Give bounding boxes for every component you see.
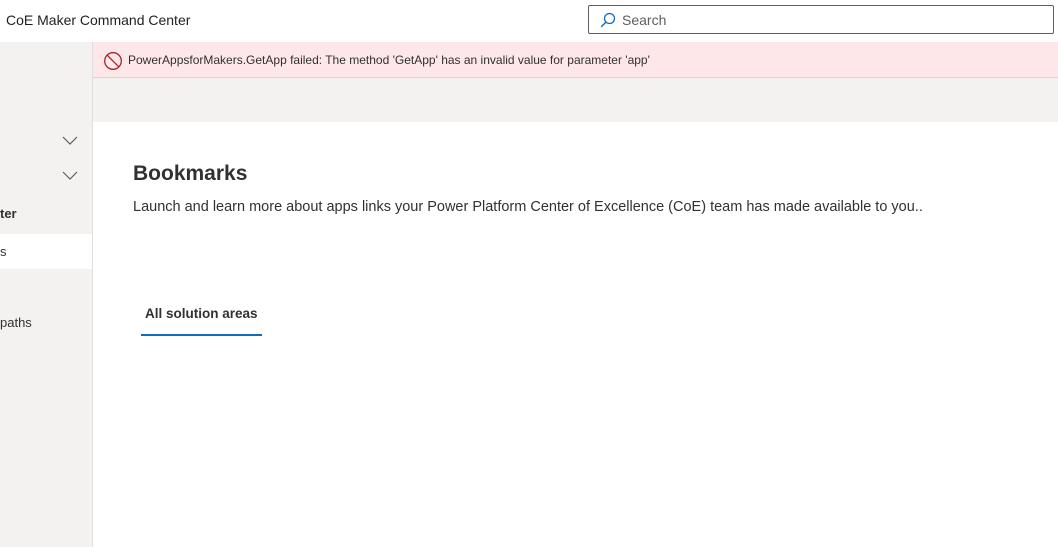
command-bar-area — [93, 78, 1058, 122]
chevron-down-icon[interactable] — [61, 169, 79, 181]
sidebar-item-selected[interactable]: s — [0, 234, 92, 269]
error-banner: PowerAppsforMakers.GetApp failed: The me… — [93, 42, 1058, 78]
search-input[interactable] — [622, 9, 1042, 30]
sidebar-item-command-center[interactable]: ter — [0, 206, 17, 221]
sidebar-item-bookmarks[interactable]: s — [0, 244, 7, 259]
chevron-down-icon[interactable] — [61, 134, 79, 146]
sidebar-item-learning-paths[interactable]: paths — [0, 315, 32, 330]
app-title: CoE Maker Command Center — [6, 12, 191, 28]
app-root: CoE Maker Command Center ter s paths Pow… — [0, 0, 1058, 547]
tab-selected-indicator — [141, 334, 262, 336]
page-description: Launch and learn more about apps links y… — [133, 199, 923, 215]
blocked-icon — [104, 52, 122, 70]
top-bar: CoE Maker Command Center — [0, 0, 1058, 42]
search-box[interactable] — [588, 5, 1054, 34]
main-content: Bookmarks Launch and learn more about ap… — [93, 122, 1058, 547]
page-title: Bookmarks — [133, 162, 248, 185]
search-icon — [600, 12, 616, 28]
tab-all-solution-areas[interactable]: All solution areas — [141, 300, 262, 336]
error-message: PowerAppsforMakers.GetApp failed: The me… — [128, 53, 650, 67]
sidebar: ter s paths — [0, 42, 93, 547]
tab-label: All solution areas — [145, 306, 258, 321]
